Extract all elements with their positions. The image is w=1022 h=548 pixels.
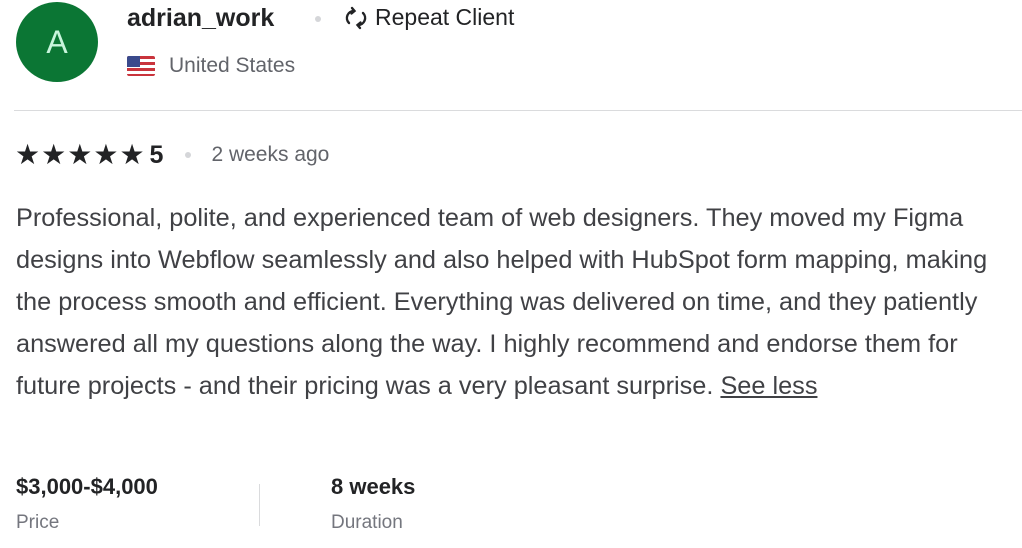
repeat-client-badge: Repeat Client bbox=[343, 4, 514, 31]
duration-value: 8 weeks bbox=[331, 474, 416, 499]
star-icon: ★ bbox=[119, 139, 145, 170]
reviewer-username: adrian_work bbox=[127, 4, 275, 32]
separator-dot bbox=[315, 16, 321, 22]
star-icon: ★ bbox=[41, 139, 67, 170]
star-icon: ★ bbox=[15, 139, 41, 170]
repeat-client-label: Repeat Client bbox=[375, 4, 515, 30]
repeat-icon bbox=[345, 6, 367, 29]
rating-row: ★ ★ ★ ★ ★ 5 2 weeks ago bbox=[15, 140, 329, 170]
us-flag-icon bbox=[127, 56, 155, 76]
country-label: United States bbox=[169, 54, 296, 77]
duration-detail: 8 weeks Duration bbox=[331, 474, 415, 534]
reviewer-country: United States bbox=[127, 54, 295, 78]
duration-label: Duration bbox=[331, 512, 403, 533]
see-less-link[interactable]: See less bbox=[720, 372, 817, 400]
avatar: A bbox=[16, 2, 98, 82]
separator-dot bbox=[185, 152, 192, 158]
price-detail: $3,000-$4,000 Price bbox=[16, 474, 158, 534]
star-icon: ★ bbox=[93, 139, 119, 170]
price-value: $3,000-$4,000 bbox=[16, 474, 158, 499]
rating-score: 5 bbox=[149, 140, 164, 169]
review-time: 2 weeks ago bbox=[211, 143, 330, 166]
star-icon: ★ bbox=[67, 139, 93, 170]
vertical-divider bbox=[259, 484, 260, 526]
price-label: Price bbox=[16, 512, 60, 533]
review-text: Professional, polite, and experienced te… bbox=[16, 197, 1016, 407]
review-body: Professional, polite, and experienced te… bbox=[16, 204, 988, 400]
divider bbox=[14, 110, 1022, 111]
